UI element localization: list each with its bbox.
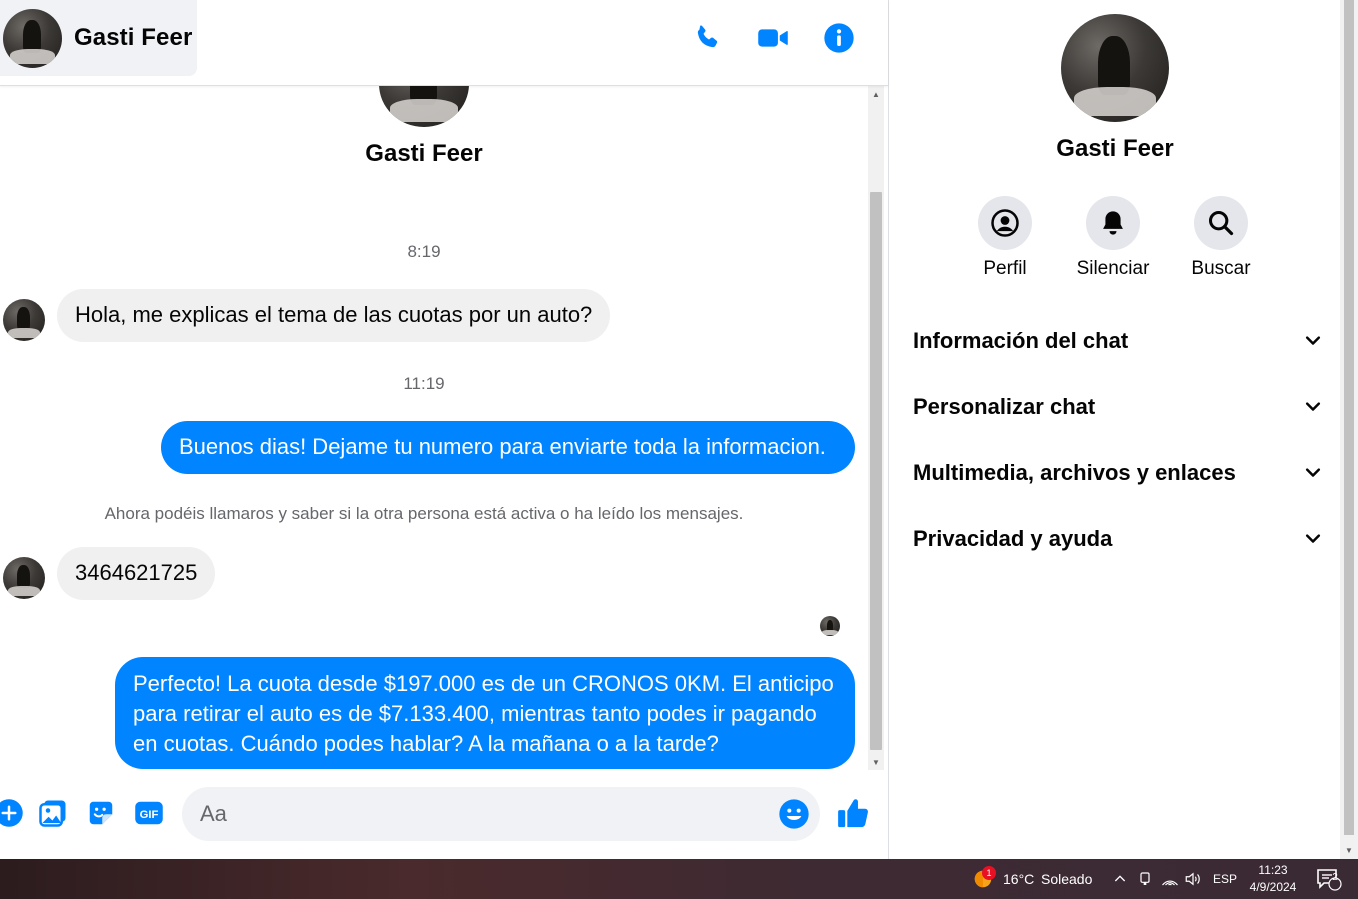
scroll-down-arrow[interactable]: ▼ [868, 754, 884, 770]
action-label: Buscar [1191, 258, 1251, 279]
conversation-avatar [379, 86, 469, 127]
incoming-message[interactable]: Hola, me explicas el tema de las cuotas … [57, 289, 611, 342]
emoji-button[interactable] [778, 798, 810, 830]
page-scrollbar[interactable]: ▼ [1340, 0, 1358, 859]
volume-button[interactable] [1184, 859, 1202, 899]
seen-indicator-avatar [820, 616, 840, 636]
message-timestamp: 8:19 [407, 242, 441, 261]
info-avatar[interactable] [1061, 14, 1169, 122]
bell-icon [1103, 211, 1123, 235]
header-contact-name: Gasti Feer [74, 24, 193, 51]
message-list[interactable]: Gasti Feer 8:19 Hola, me explicas el tem… [0, 86, 868, 770]
section-customize-chat[interactable]: Personalizar chat [913, 382, 1323, 432]
speaker-icon [1185, 872, 1200, 886]
header-contact-button[interactable]: Gasti Feer [0, 0, 197, 76]
weather-temp: 16°C [1003, 871, 1035, 887]
chat-panel: Gasti Feer Gasti Feer 8:19 Hola, me expl… [0, 0, 888, 859]
composer: GIF [0, 770, 888, 859]
conversation-info-panel: Gasti Feer Perfil Silenciar Buscar Infor… [888, 0, 1340, 859]
section-title: Privacidad y ayuda [913, 526, 1113, 551]
audio-call-button[interactable] [689, 20, 725, 56]
section-title: Multimedia, archivos y enlaces [913, 460, 1236, 485]
hidden-icons-button[interactable] [1112, 859, 1128, 899]
scroll-thumb[interactable] [870, 192, 882, 750]
sticker-icon [89, 801, 113, 825]
action-label: Perfil [983, 258, 1027, 279]
conversation-info-button[interactable] [821, 20, 857, 56]
avatar [3, 299, 45, 341]
thumbs-up-icon [838, 799, 868, 828]
section-title: Personalizar chat [913, 394, 1096, 419]
chevron-down-icon [1305, 336, 1321, 345]
more-actions-button[interactable] [0, 796, 26, 830]
windows-taskbar: 1 16°C Soleado ESP 11:23 4/9/2024 2 [0, 859, 1358, 899]
plus-icon [0, 799, 23, 827]
section-chat-info[interactable]: Información del chat [913, 316, 1323, 366]
language-indicator[interactable]: ESP [1213, 859, 1237, 899]
weather-desc: Soleado [1041, 871, 1093, 887]
incoming-message[interactable]: 3464621725 [57, 547, 216, 600]
page-scroll-down-arrow[interactable]: ▼ [1340, 841, 1358, 859]
system-notice: Ahora podéis llamaros y saber si la otra… [104, 504, 744, 523]
sticker-button[interactable] [84, 796, 118, 830]
clock-date: 4/9/2024 [1249, 880, 1297, 894]
notification-center-button[interactable]: 2 [1316, 859, 1342, 899]
video-icon [758, 29, 788, 47]
profile-action[interactable]: Perfil [955, 196, 1055, 280]
gif-button[interactable]: GIF [132, 796, 166, 830]
weather-badge: 1 [982, 866, 996, 880]
scroll-up-arrow[interactable]: ▲ [868, 86, 884, 102]
outgoing-message[interactable]: Perfecto! La cuota desde $197.000 es de … [115, 657, 855, 769]
chevron-down-icon [1305, 534, 1321, 543]
attach-image-button[interactable] [36, 796, 70, 830]
message-scrollbar[interactable]: ▲ ▼ [868, 86, 884, 770]
section-privacy-help[interactable]: Privacidad y ayuda [913, 514, 1323, 564]
notification-count: 2 [1332, 872, 1338, 883]
conversation-contact-name: Gasti Feer [365, 140, 483, 167]
gif-icon: GIF [135, 801, 163, 825]
chevron-up-icon [1114, 875, 1126, 882]
avatar [3, 557, 45, 599]
device-icon [1140, 872, 1150, 885]
page-scroll-thumb[interactable] [1344, 0, 1354, 835]
chat-header: Gasti Feer [0, 0, 888, 86]
avatar [3, 8, 62, 68]
info-contact-name: Gasti Feer [1056, 135, 1174, 162]
video-call-button[interactable] [755, 20, 791, 56]
clock-time: 11:23 [1258, 863, 1288, 877]
messenger-window: Gasti Feer Gasti Feer 8:19 Hola, me expl… [0, 0, 1358, 899]
message-input-wrapper [182, 787, 820, 841]
mute-action[interactable]: Silenciar [1063, 196, 1163, 280]
info-icon [824, 23, 854, 53]
wifi-icon [1162, 880, 1178, 886]
outgoing-message[interactable]: Buenos dias! Dejame tu numero para envia… [161, 421, 855, 474]
clock[interactable]: 11:23 4/9/2024 [1244, 862, 1302, 896]
profile-icon [991, 209, 1019, 237]
action-label: Silenciar [1076, 258, 1150, 279]
search-action[interactable]: Buscar [1171, 196, 1271, 280]
send-like-button[interactable] [836, 796, 870, 830]
image-icon [39, 800, 66, 827]
device-tray-button[interactable] [1137, 859, 1153, 899]
network-button[interactable] [1161, 859, 1179, 899]
chevron-down-icon [1305, 402, 1321, 411]
chevron-down-icon [1305, 468, 1321, 477]
message-input[interactable] [200, 787, 770, 841]
svg-text:GIF: GIF [140, 809, 159, 821]
search-icon [1208, 210, 1234, 236]
section-media-files-links[interactable]: Multimedia, archivos y enlaces [913, 448, 1323, 498]
message-timestamp: 11:19 [403, 374, 445, 393]
emoji-icon [779, 799, 809, 829]
section-title: Información del chat [913, 328, 1129, 353]
phone-icon [697, 25, 718, 48]
